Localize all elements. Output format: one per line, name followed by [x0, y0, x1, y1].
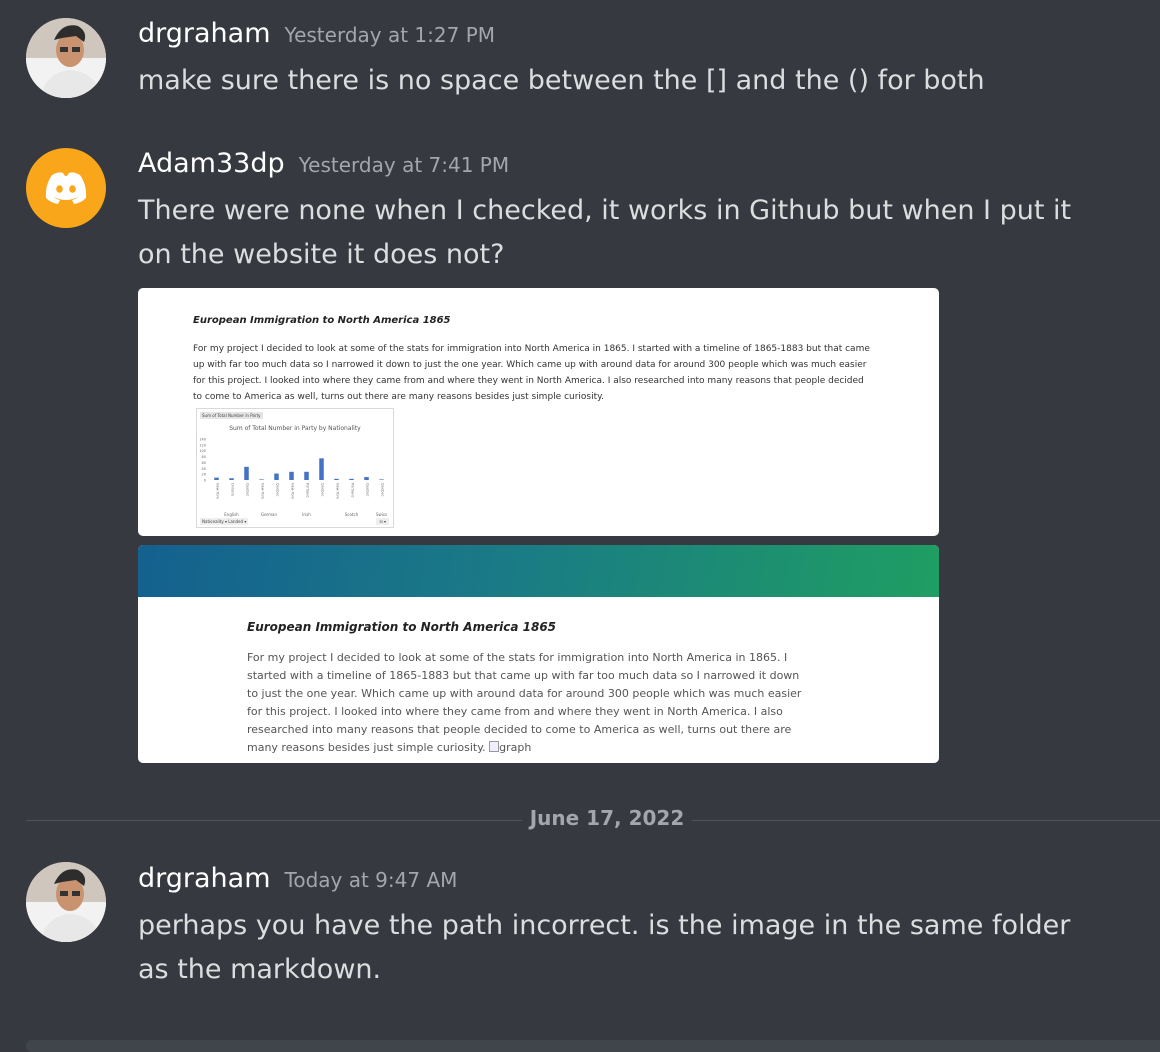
excel-chart: Sum of Total Number in Party Sum of Tota… — [196, 408, 394, 528]
chart-title: Sum of Total Number in Party by National… — [229, 425, 361, 432]
x-tick-label: Quebec — [381, 483, 385, 497]
doc-body: For my project I decided to look at some… — [193, 344, 870, 402]
chart-bar — [244, 466, 249, 480]
broken-image-icon — [489, 741, 500, 752]
y-tick-label: 80 — [202, 455, 206, 459]
chart-field-tag: Sum of Total Number in Party — [200, 412, 263, 419]
discord-logo-icon — [45, 172, 87, 204]
x-tick-label: Quebec — [276, 483, 280, 497]
x-group-label: Irish — [302, 512, 311, 517]
chart-bar — [364, 477, 369, 480]
date-divider-label: June 17, 2022 — [521, 806, 693, 830]
x-tick-label: New York — [216, 483, 220, 500]
date-divider: June 17, 2022 — [0, 806, 1160, 830]
user-avatar[interactable] — [26, 148, 106, 228]
doc-body: For my project I decided to look at some… — [247, 649, 807, 757]
bar-chart: 140120 100 80 60 40 20 0 New York Ontario Quebec N… — [199, 438, 387, 518]
y-tick-label: 60 — [202, 461, 206, 465]
user-photo-icon — [26, 18, 106, 98]
x-tick-label: Quebec — [246, 483, 250, 497]
username[interactable]: drgraham — [138, 18, 271, 49]
x-tick-label: Portland — [351, 483, 355, 498]
y-tick-label: 120 — [199, 443, 206, 447]
chart-bar — [274, 473, 279, 480]
timestamp: Today at 9:47 AM — [284, 868, 458, 892]
x-tick-label: Portland — [306, 483, 310, 498]
chart-bar — [349, 478, 354, 480]
x-tick-label: Quebec — [366, 483, 370, 497]
y-tick-label: 100 — [199, 449, 206, 453]
message-input-edge[interactable] — [26, 1040, 1160, 1052]
doc-title: European Immigration to North America 18… — [247, 620, 557, 634]
chart-bar — [304, 471, 309, 480]
x-tick-label: Ontario — [231, 483, 235, 496]
user-avatar[interactable] — [26, 862, 106, 942]
username[interactable]: drgraham — [138, 863, 271, 894]
message-text: make sure there is no space between the … — [138, 65, 985, 96]
y-tick-label: 0 — [204, 479, 206, 483]
timestamp: Yesterday at 1:27 PM — [284, 23, 496, 47]
x-group-label: Swiss — [376, 512, 387, 517]
x-group-label: English — [224, 512, 239, 517]
message-text: There were none when I checked, it works… — [138, 195, 1072, 270]
x-group-label: Scotch — [345, 512, 359, 517]
y-tick-label: 140 — [199, 438, 206, 442]
chart-bar — [319, 458, 324, 480]
y-tick-label: 40 — [202, 467, 206, 471]
x-tick-label: New York — [291, 483, 295, 500]
y-tick-label: 20 — [202, 473, 206, 477]
user-avatar[interactable] — [26, 18, 106, 98]
broken-image: graph — [489, 741, 531, 754]
image-attachment-github[interactable]: European Immigration to North America 18… — [138, 288, 939, 536]
timestamp: Yesterday at 7:41 PM — [298, 153, 510, 177]
user-photo-icon — [26, 862, 106, 942]
chart-bar — [259, 479, 264, 480]
chart-bar — [229, 478, 234, 480]
doc-body-text: For my project I decided to look at some… — [247, 651, 802, 754]
broken-image-alt: graph — [499, 741, 532, 754]
chart-bar — [334, 478, 339, 480]
x-tick-label: New York — [336, 483, 340, 500]
message-text: perhaps you have the path incorrect. is … — [138, 910, 1071, 985]
chart-bar — [214, 477, 219, 480]
x-tick-label: Quebec — [321, 483, 325, 497]
x-group-label: German — [261, 512, 277, 517]
message-header: Adam33dp Yesterday at 7:41 PM — [138, 148, 509, 179]
chart-bar — [379, 479, 384, 480]
message-header: drgraham Today at 9:47 AM — [138, 863, 457, 894]
username[interactable]: Adam33dp — [138, 148, 285, 179]
chart-filter-nationality: Nationality ▾ Landed ▾ — [200, 518, 249, 525]
image-attachment-website[interactable]: European Immigration to North America 18… — [138, 545, 939, 763]
chart-bar — [289, 471, 294, 480]
site-banner — [138, 545, 939, 597]
doc-title: European Immigration to North America 18… — [193, 315, 451, 326]
chart-zoom-control: ⊟ ▾ — [376, 518, 389, 525]
x-tick-label: New York — [261, 483, 265, 500]
message-header: drgraham Yesterday at 1:27 PM — [138, 18, 495, 49]
